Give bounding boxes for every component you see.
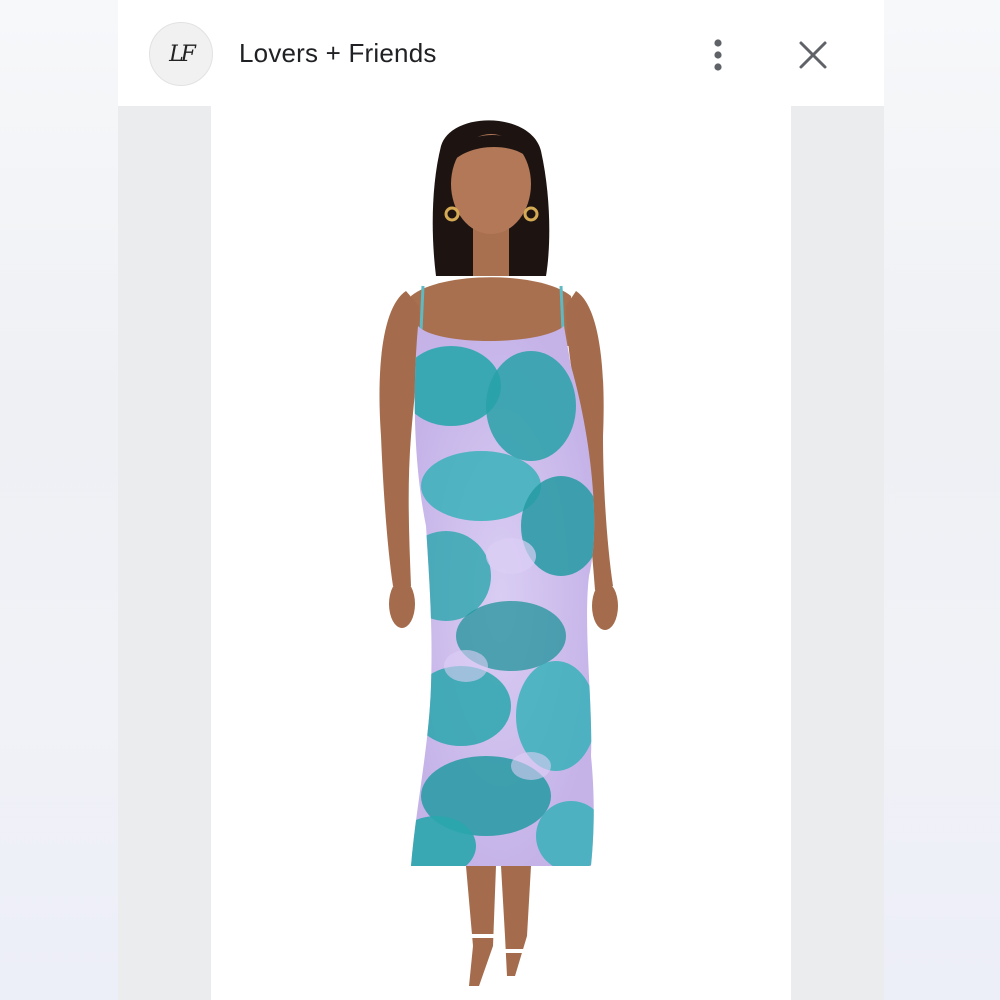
background-left xyxy=(0,0,118,1000)
image-viewer xyxy=(118,106,884,1000)
panel-header: LF Lovers + Friends xyxy=(118,0,884,106)
background-right xyxy=(884,0,1000,1000)
lens-panel: LF Lovers + Friends xyxy=(118,0,884,1000)
more-vertical-icon xyxy=(714,39,722,71)
brand-avatar[interactable]: LF xyxy=(149,22,213,86)
model-in-tie-dye-dress-illustration xyxy=(379,120,618,986)
close-icon xyxy=(799,41,827,69)
more-options-button[interactable] xyxy=(704,34,732,76)
close-button[interactable] xyxy=(794,36,832,74)
product-image[interactable] xyxy=(211,106,791,1000)
avatar-monogram: LF xyxy=(169,41,196,67)
brand-title[interactable]: Lovers + Friends xyxy=(239,38,437,69)
